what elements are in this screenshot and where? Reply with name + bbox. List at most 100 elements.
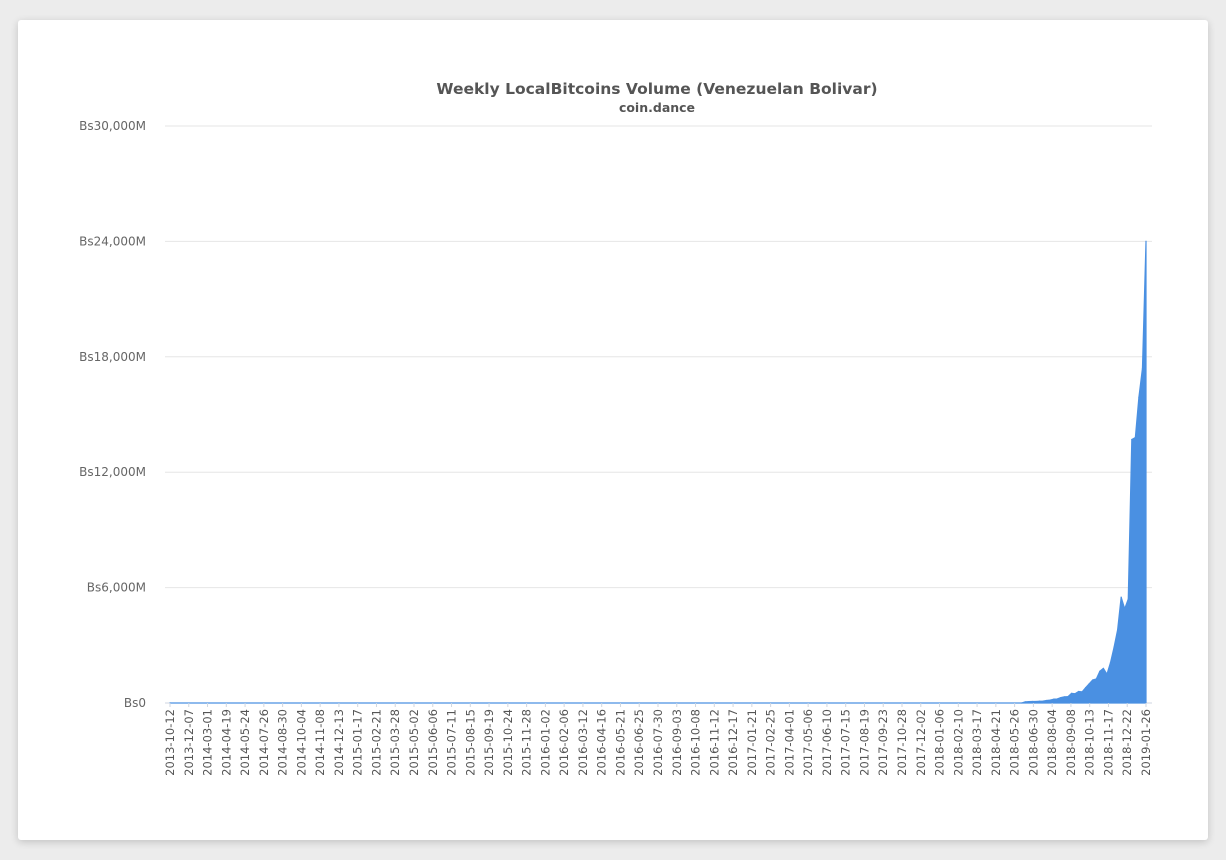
x-tick-label: 2015-08-15 [463,709,477,776]
x-tick-label: 2018-08-04 [1045,709,1059,776]
data-point [1056,698,1058,700]
data-point [1131,438,1133,441]
x-tick-label: 2019-01-26 [1139,709,1153,776]
data-point [1074,693,1076,695]
x-tick-label: 2015-06-06 [426,709,440,776]
chart-title: Weekly LocalBitcoins Volume (Venezuelan … [436,80,877,98]
gridlines [165,125,1152,704]
y-tick-label: Bs6,000M [87,581,146,595]
x-tick-label: 2014-10-04 [294,709,308,776]
data-point [1120,596,1122,598]
x-tick-label: 2018-06-30 [1026,709,1040,776]
x-tick-label: 2015-03-28 [388,709,402,776]
data-point [1113,646,1115,648]
x-tick-label: 2015-10-24 [501,709,515,776]
x-tick-label: 2016-05-21 [613,709,627,776]
x-tick-label: 2016-10-08 [689,709,703,776]
x-tick-label: 2018-09-08 [1064,709,1078,776]
x-tick-label: 2016-12-17 [726,709,740,776]
data-point [1053,698,1055,700]
data-point [1124,608,1126,610]
x-tick-label: 2017-05-06 [801,709,815,776]
x-tick-label: 2016-02-06 [557,709,571,776]
x-tick-label: 2017-12-02 [914,709,928,776]
x-tick-label: 2014-07-26 [257,709,271,776]
x-tick-label: 2013-10-12 [163,709,177,776]
x-tick-label: 2016-09-03 [670,709,684,776]
data-point [1049,699,1051,701]
data-point [1127,598,1129,600]
x-tick-label: 2018-11-17 [1101,709,1115,776]
x-tick-label: 2016-06-25 [632,709,646,776]
y-tick-label: Bs0 [124,696,146,710]
x-tick-label: 2015-09-19 [482,709,496,776]
data-point [1031,700,1034,703]
x-tick-label: 2017-06-10 [820,709,834,776]
x-tick-label: 2017-01-21 [745,709,759,776]
x-tick-label: 2016-03-12 [576,709,590,776]
x-tick-label: 2017-04-01 [782,709,796,776]
x-tick-label: 2014-03-01 [201,709,215,776]
data-point [1109,662,1112,664]
data-point [1088,683,1090,685]
y-tick-label: Bs12,000M [79,465,146,479]
data-point [1081,691,1083,693]
chart-subtitle: coin.dance [619,100,695,115]
y-tick-label: Bs18,000M [79,350,146,364]
data-point [1117,629,1119,631]
x-tick-label: 2018-02-10 [951,709,965,776]
data-point [1092,679,1094,681]
x-tick-label: 2016-04-16 [595,709,609,776]
data-point [1106,673,1108,675]
data-point [1028,701,1030,703]
data-point [1042,700,1044,702]
x-tick-label: 2017-10-28 [895,709,909,776]
x-tick-label: 2018-03-17 [970,709,984,776]
x-tick-label: 2015-11-28 [520,709,534,776]
x-tick-label: 2014-12-13 [332,709,346,776]
x-tick-label: 2014-05-24 [238,709,252,776]
x-axis: 2013-10-12 2013-12-07 2014-03-01 2014-04-19… [163,703,1153,776]
x-tick-label: 2015-07-11 [445,709,459,776]
x-tick-label: 2018-10-13 [1083,709,1097,776]
x-tick-label: 2017-08-19 [857,709,871,776]
data-point [1102,667,1105,669]
y-tick-label: Bs24,000M [79,234,146,248]
data-point [1099,670,1101,672]
data-point [1070,692,1073,694]
data-point [1095,678,1097,680]
data-point [1046,699,1048,702]
data-point [1085,687,1087,689]
x-tick-label: 2017-02-25 [764,709,778,776]
y-axis: Bs0 Bs6,000M Bs12,000M Bs18,000M Bs24,000M Bs… [79,119,146,710]
x-tick-label: 2015-02-21 [369,709,383,776]
data-point [1145,240,1147,242]
x-tick-label: 2016-11-12 [707,709,721,776]
chart: Weekly LocalBitcoins Volume (Venezuelan … [79,80,1153,776]
x-tick-label: 2017-07-15 [839,709,853,776]
data-point [1141,367,1144,369]
x-tick-label: 2015-05-02 [407,709,421,776]
x-tick-label: 2015-01-17 [351,709,365,776]
data-point [1024,701,1026,703]
x-tick-label: 2018-04-21 [989,709,1003,776]
x-tick-label: 2017-09-23 [876,709,890,776]
x-tick-label: 2016-01-02 [538,709,552,776]
x-tick-label: 2018-12-22 [1120,709,1134,776]
data-point [1038,700,1041,702]
data-point [1063,696,1065,698]
x-tick-label: 2018-01-06 [933,709,947,776]
y-tick-label: Bs30,000M [79,119,146,133]
data-point [1060,697,1062,699]
chart-card: Weekly LocalBitcoins Volume (Venezuelan … [18,20,1208,840]
x-tick-label: 2018-05-26 [1008,709,1022,776]
data-point [1067,696,1069,698]
data-point [1134,436,1136,439]
data-point [1021,702,1023,704]
x-tick-label: 2013-12-07 [182,709,196,776]
x-tick-label: 2014-11-08 [313,709,327,776]
data-point [1138,396,1140,398]
x-tick-label: 2016-07-30 [651,709,665,776]
x-tick-label: 2014-04-19 [219,709,233,776]
data-point [1035,700,1037,703]
